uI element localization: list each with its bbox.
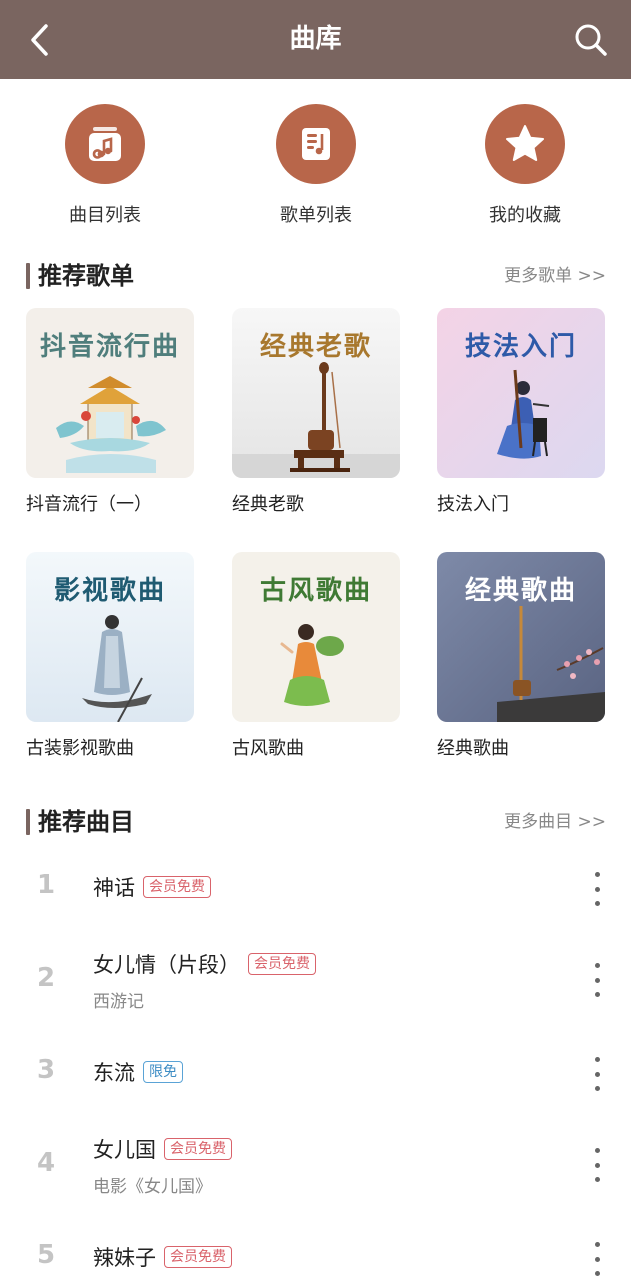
page-title: 曲库 xyxy=(289,24,342,54)
song-rank: 4 xyxy=(36,1148,56,1178)
erhu-blossom-illustration xyxy=(497,606,605,722)
song-row[interactable]: 2 女儿情（片段） 会员免费 西游记 xyxy=(0,945,631,1015)
song-title-line: 女儿情（片段） 会员免费 xyxy=(93,949,316,979)
erhu-illustration xyxy=(232,362,400,478)
more-songs-link[interactable]: 更多曲目 >> xyxy=(504,805,606,839)
playlist-cover: 古风歌曲 xyxy=(232,552,400,722)
song-row[interactable]: 3 东流 限免 xyxy=(0,1047,631,1097)
playlist-card[interactable]: 经典老歌 经典老歌 xyxy=(232,308,400,516)
song-title-line: 女儿国 会员免费 xyxy=(93,1134,232,1164)
more-options-button[interactable] xyxy=(584,1057,610,1091)
section-recommend-songs: 推荐曲目 更多曲目 >> xyxy=(26,805,606,839)
maiden-illustration xyxy=(280,624,344,706)
top-bar: 曲库 xyxy=(0,0,631,79)
song-row[interactable]: 4 女儿国 会员免费 电影《女儿国》 xyxy=(0,1130,631,1200)
quick-links: 曲目列表 歌单列表 我的收藏 xyxy=(0,104,631,234)
playlist-name: 经典老歌 xyxy=(232,494,304,515)
playlist-name: 经典歌曲 xyxy=(437,738,509,759)
song-title: 神话 xyxy=(93,876,135,900)
star-icon xyxy=(485,104,565,184)
song-subtitle: 西游记 xyxy=(93,992,144,1012)
search-button[interactable] xyxy=(571,20,611,60)
quick-link-label: 曲目列表 xyxy=(69,205,141,226)
song-title: 辣妹子 xyxy=(93,1246,156,1270)
more-options-button[interactable] xyxy=(584,963,610,997)
quick-link-label: 歌单列表 xyxy=(280,205,352,226)
limited-free-badge: 限免 xyxy=(143,1061,183,1083)
section-marker xyxy=(26,263,30,289)
playlist-name: 古装影视歌曲 xyxy=(26,738,134,759)
section-title: 推荐歌单 xyxy=(38,262,134,290)
song-subtitle: 电影《女儿国》 xyxy=(93,1177,212,1197)
song-rank: 1 xyxy=(36,870,56,900)
song-rank: 5 xyxy=(36,1240,56,1270)
more-options-button[interactable] xyxy=(584,872,610,906)
more-options-button[interactable] xyxy=(584,1148,610,1182)
member-free-badge: 会员免费 xyxy=(248,953,316,975)
song-rank: 2 xyxy=(36,963,56,993)
more-options-button[interactable] xyxy=(584,1242,610,1276)
swordsman-illustration xyxy=(82,615,152,722)
song-sheet-icon xyxy=(276,104,356,184)
playlist-cover: 经典歌曲 xyxy=(437,552,605,722)
playlist-name: 古风歌曲 xyxy=(232,738,304,759)
playlist-cover: 经典老歌 xyxy=(232,308,400,478)
music-album-icon xyxy=(65,104,145,184)
quick-link-playlist-list[interactable]: 歌单列表 xyxy=(236,104,396,227)
playlist-card[interactable]: 抖音流行曲 抖音流行（一） xyxy=(26,308,194,516)
section-marker xyxy=(26,809,30,835)
song-title-line: 东流 限免 xyxy=(93,1057,183,1087)
quick-link-favorites[interactable]: 我的收藏 xyxy=(445,104,605,227)
search-icon xyxy=(575,24,607,56)
song-row[interactable]: 5 辣妹子 会员免费 xyxy=(0,1232,631,1280)
more-playlists-link[interactable]: 更多歌单 >> xyxy=(504,259,606,293)
playlist-card[interactable]: 古风歌曲 古风歌曲 xyxy=(232,552,400,760)
playlist-card[interactable]: 影视歌曲 古装影视歌曲 xyxy=(26,552,194,760)
song-title: 东流 xyxy=(93,1061,135,1085)
song-title: 女儿情（片段） xyxy=(93,953,240,977)
playlist-cover: 抖音流行曲 xyxy=(26,308,194,478)
playlist-name: 技法入门 xyxy=(437,494,509,515)
song-rank: 3 xyxy=(36,1055,56,1085)
song-title-line: 辣妹子 会员免费 xyxy=(93,1242,232,1272)
section-recommend-playlists: 推荐歌单 更多歌单 >> xyxy=(26,259,606,293)
playlist-card[interactable]: 技法入门 技法入门 xyxy=(437,308,605,516)
quick-link-track-list[interactable]: 曲目列表 xyxy=(25,104,185,227)
quick-link-label: 我的收藏 xyxy=(489,205,561,226)
playlist-name: 抖音流行（一） xyxy=(26,494,152,515)
player-illustration xyxy=(497,369,550,459)
pavilion-illustration xyxy=(56,376,166,473)
song-title: 女儿国 xyxy=(93,1138,156,1162)
song-title-line: 神话 会员免费 xyxy=(93,872,211,902)
playlist-cover: 影视歌曲 xyxy=(26,552,194,722)
playlist-cover: 技法入门 xyxy=(437,308,605,478)
member-free-badge: 会员免费 xyxy=(143,876,211,898)
member-free-badge: 会员免费 xyxy=(164,1138,232,1160)
member-free-badge: 会员免费 xyxy=(164,1246,232,1268)
section-title: 推荐曲目 xyxy=(38,808,134,836)
song-row[interactable]: 1 神话 会员免费 xyxy=(0,862,631,912)
playlist-card[interactable]: 经典歌曲 经典歌曲 xyxy=(437,552,605,760)
